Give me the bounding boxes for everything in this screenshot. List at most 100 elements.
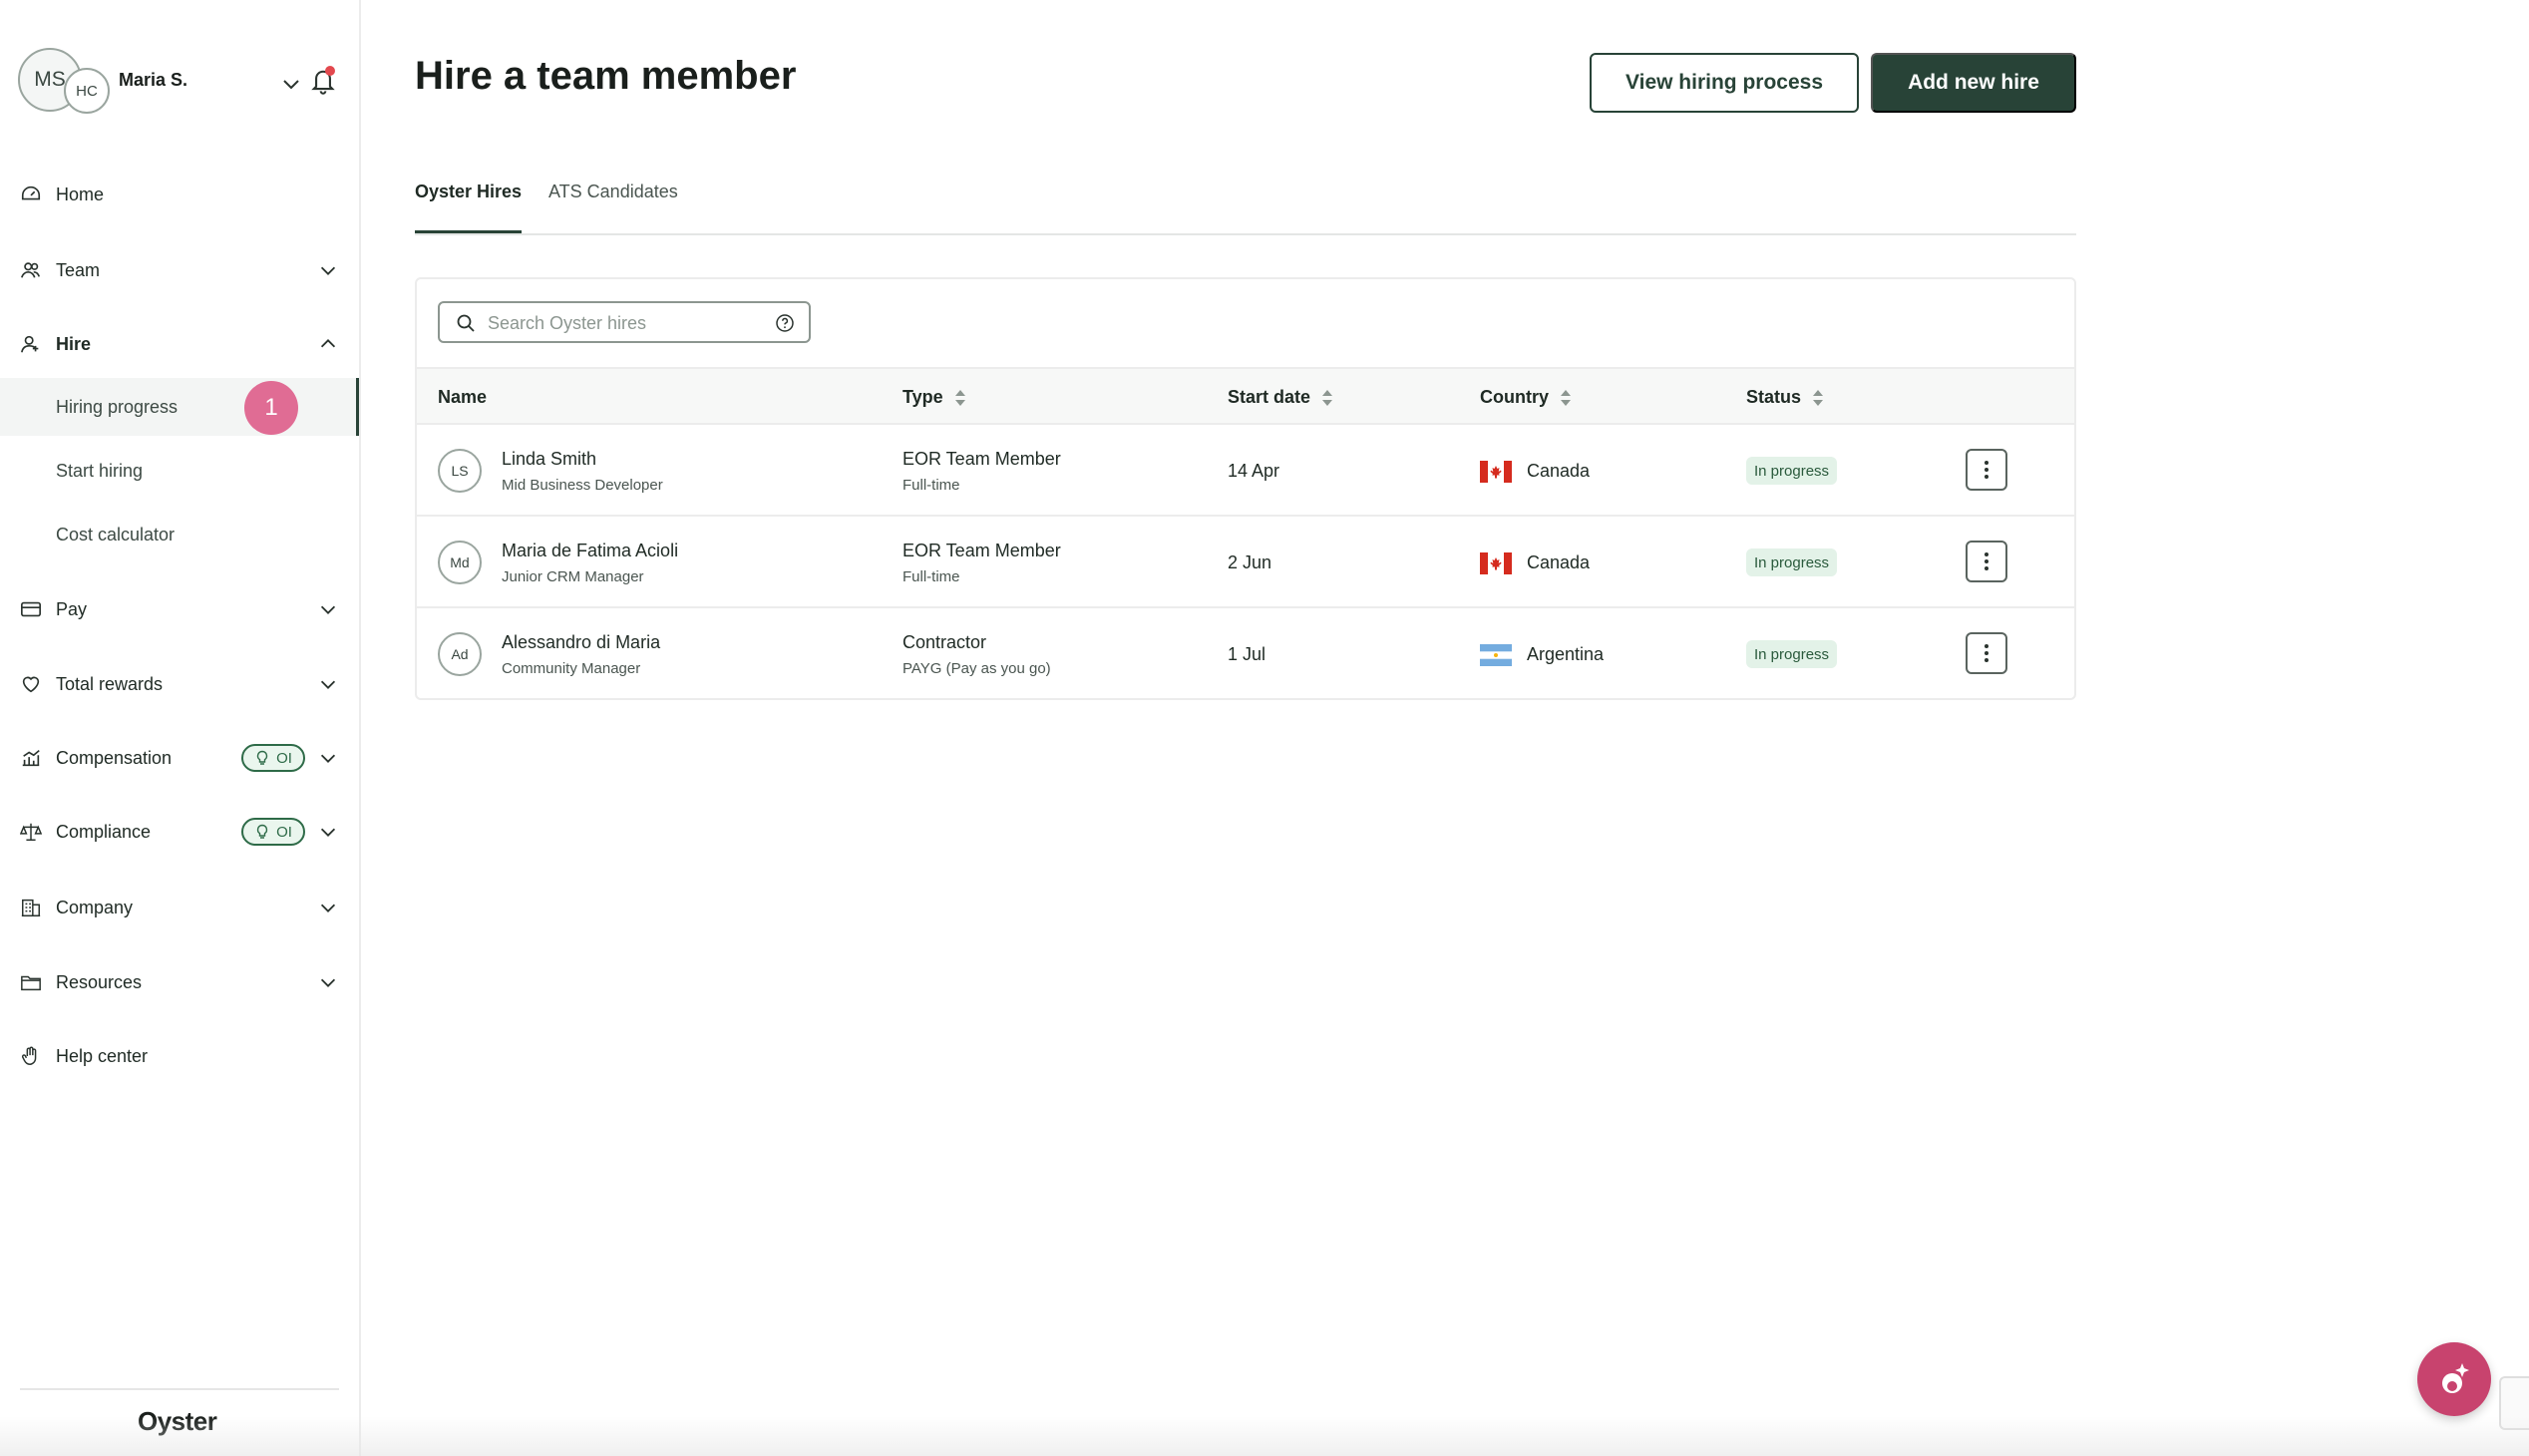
hire-name[interactable]: Maria de Fatima Acioli xyxy=(502,541,678,561)
sort-icon[interactable] xyxy=(1559,388,1573,408)
argentina-flag-icon xyxy=(1480,644,1512,666)
hire-role: Junior CRM Manager xyxy=(502,568,644,585)
status-badge: In progress xyxy=(1746,548,1838,576)
sparkle-icon xyxy=(2442,1363,2469,1393)
notification-dot xyxy=(325,66,335,76)
start-date: 14 Apr xyxy=(1228,461,1280,481)
start-date: 2 Jun xyxy=(1228,552,1272,572)
folder-icon xyxy=(21,975,41,991)
sidebar-subitem-label: Hiring progress xyxy=(56,396,179,417)
oi-badge-label: OI xyxy=(276,749,292,767)
chevron-down-icon xyxy=(320,904,336,912)
chart-icon xyxy=(22,750,40,767)
hire-subtype: Full-time xyxy=(903,568,960,585)
column-header-label: Country xyxy=(1480,387,1549,407)
canada-flag-icon xyxy=(1480,552,1512,574)
chevron-down-icon xyxy=(320,605,336,614)
row-actions-button[interactable] xyxy=(1966,449,2007,491)
chevron-down-icon[interactable] xyxy=(279,72,303,96)
country-name: Canada xyxy=(1527,552,1591,572)
hire-icon xyxy=(21,335,39,353)
status-badge: In progress xyxy=(1746,457,1838,485)
chevron-down-icon xyxy=(320,754,336,763)
sidebar-item-help-center[interactable]: Help center xyxy=(0,1026,359,1086)
hire-name[interactable]: Linda Smith xyxy=(502,449,596,470)
hire-type: EOR Team Member xyxy=(903,541,1061,560)
sidebar-item-label: Company xyxy=(56,897,134,917)
sidebar-item-team[interactable]: Team xyxy=(0,240,359,300)
chevron-up-icon xyxy=(320,339,336,348)
scales-icon xyxy=(20,823,42,841)
sidebar-item-pay[interactable]: Pay xyxy=(0,579,359,639)
hire-role: Mid Business Developer xyxy=(502,477,663,494)
sort-icon[interactable] xyxy=(1320,388,1334,408)
hire-name[interactable]: Alessandro di Maria xyxy=(502,632,660,653)
add-new-hire-button[interactable]: Add new hire xyxy=(1871,53,2076,113)
oyster-logo[interactable]: Oyster xyxy=(138,1406,217,1437)
search-box[interactable] xyxy=(438,301,811,343)
avatar: LS xyxy=(438,449,482,493)
hire-type: EOR Team Member xyxy=(903,449,1061,469)
column-header-label: Name xyxy=(438,387,488,407)
sidebar-item-compliance[interactable]: Compliance OI xyxy=(0,802,359,862)
home-icon xyxy=(21,185,41,200)
scrollbar[interactable] xyxy=(2499,1376,2529,1430)
tab-ats-candidates[interactable]: ATS Candidates xyxy=(548,176,678,233)
more-vertical-icon xyxy=(1985,644,1988,662)
tab-bar: Oyster Hires ATS Candidates xyxy=(415,176,2076,235)
tab-oyster-hires[interactable]: Oyster Hires xyxy=(415,176,523,233)
row-actions-button[interactable] xyxy=(1966,541,2007,582)
country-name: Canada xyxy=(1527,461,1591,481)
bottom-shadow xyxy=(0,1416,2529,1456)
table-header: Name Type Start date Country Status xyxy=(417,367,2074,425)
sidebar-item-total-rewards[interactable]: Total rewards xyxy=(0,654,359,714)
sidebar-item-label: Total rewards xyxy=(56,673,164,694)
sort-icon[interactable] xyxy=(953,388,967,408)
table-row[interactable]: LS Linda Smith Mid Business Developer EO… xyxy=(417,425,2074,517)
sort-icon[interactable] xyxy=(1811,388,1825,408)
country-name: Argentina xyxy=(1527,644,1605,664)
avatar: Ad xyxy=(438,632,482,676)
sidebar-item-resources[interactable]: Resources xyxy=(0,952,359,1012)
more-vertical-icon xyxy=(1985,552,1988,570)
pay-icon xyxy=(21,601,41,617)
sidebar-item-label: Compliance xyxy=(56,821,152,842)
status-badge: In progress xyxy=(1746,640,1838,668)
hire-type: Contractor xyxy=(903,632,987,652)
column-header-label: Type xyxy=(903,387,943,407)
sidebar-item-hire[interactable]: Hire xyxy=(0,314,359,374)
more-vertical-icon xyxy=(1985,461,1988,479)
sidebar-item-company[interactable]: Company xyxy=(0,878,359,937)
sidebar-subitem-start-hiring[interactable]: Start hiring xyxy=(0,442,359,500)
table-row[interactable]: Md Maria de Fatima Acioli Junior CRM Man… xyxy=(417,517,2074,608)
sidebar-subitem-cost-calculator[interactable]: Cost calculator xyxy=(0,506,359,563)
sidebar-item-label: Team xyxy=(56,259,101,280)
divider xyxy=(20,1388,339,1390)
user-menu[interactable]: MS HC Maria S. xyxy=(18,48,347,118)
view-hiring-process-button[interactable]: View hiring process xyxy=(1590,53,1859,113)
sidebar: MS HC Maria S. Home Team Hire Hiring pro… xyxy=(0,0,361,1456)
sidebar-item-home[interactable]: Home xyxy=(0,165,359,224)
column-header-label: Start date xyxy=(1228,387,1311,407)
hire-subtype: Full-time xyxy=(903,477,960,494)
search-input[interactable] xyxy=(488,309,757,337)
column-header-type[interactable]: Type xyxy=(903,387,967,408)
sidebar-item-label: Hire xyxy=(56,333,92,354)
sidebar-subitem-label: Start hiring xyxy=(56,460,144,481)
column-header-start-date[interactable]: Start date xyxy=(1228,387,1334,408)
oi-badge: OI xyxy=(241,818,305,846)
sidebar-subitem-hiring-progress[interactable]: Hiring progress 1 xyxy=(0,378,359,436)
table-row[interactable]: Ad Alessandro di Maria Community Manager… xyxy=(417,608,2074,700)
column-header-country[interactable]: Country xyxy=(1480,387,1573,408)
column-header-status[interactable]: Status xyxy=(1746,387,1825,408)
sidebar-item-label: Compensation xyxy=(56,747,173,768)
help-circle-icon[interactable] xyxy=(775,313,795,333)
user-name[interactable]: Maria S. xyxy=(119,70,187,91)
building-icon xyxy=(21,899,41,916)
row-actions-button[interactable] xyxy=(1966,632,2007,674)
hires-table: Name Type Start date Country Status LS L… xyxy=(415,277,2076,700)
sidebar-item-label: Pay xyxy=(56,598,88,619)
chevron-down-icon xyxy=(320,266,336,275)
ai-assistant-button[interactable] xyxy=(2417,1342,2491,1416)
sidebar-item-compensation[interactable]: Compensation OI xyxy=(0,728,359,788)
